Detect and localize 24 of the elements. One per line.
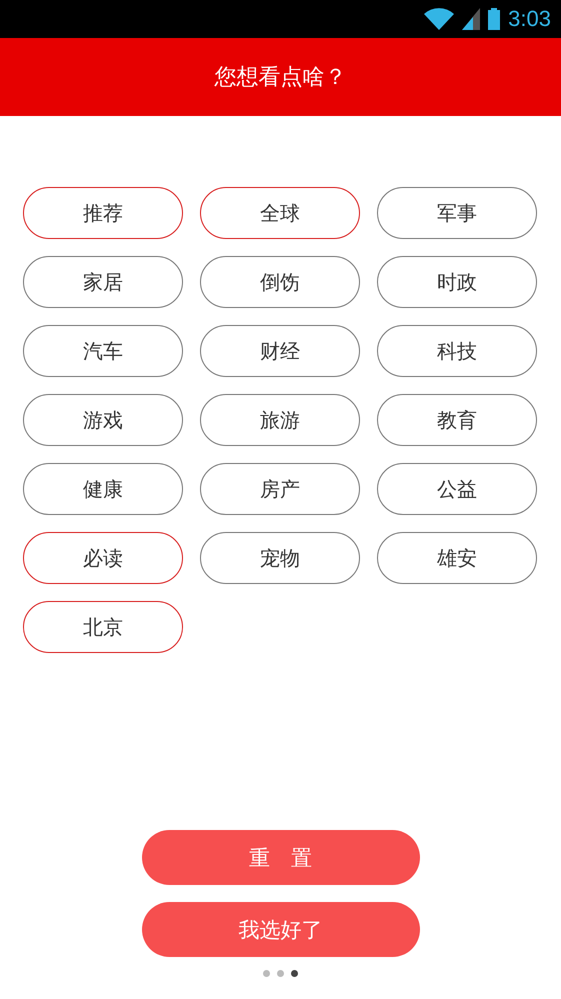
- category-chip[interactable]: 教育: [377, 394, 537, 446]
- category-chip[interactable]: 汽车: [23, 325, 183, 377]
- category-chip[interactable]: 推荐: [23, 187, 183, 239]
- category-chip[interactable]: 时政: [377, 256, 537, 308]
- battery-icon: [488, 8, 500, 30]
- category-chip[interactable]: 宠物: [200, 532, 360, 584]
- category-chip[interactable]: 公益: [377, 463, 537, 515]
- page-title: 您想看点啥？: [214, 64, 346, 92]
- signal-icon: [462, 8, 480, 30]
- category-chip[interactable]: 倒饬: [200, 256, 360, 308]
- category-chip[interactable]: 必读: [23, 532, 183, 584]
- category-chip[interactable]: 房产: [200, 463, 360, 515]
- category-chip[interactable]: 北京: [23, 601, 183, 653]
- wifi-icon: [424, 8, 454, 30]
- category-chip[interactable]: 科技: [377, 325, 537, 377]
- category-chip[interactable]: 旅游: [200, 394, 360, 446]
- category-chip[interactable]: 全球: [200, 187, 360, 239]
- category-chip[interactable]: 游戏: [23, 394, 183, 446]
- category-chip[interactable]: 健康: [23, 463, 183, 515]
- category-chip[interactable]: 家居: [23, 256, 183, 308]
- category-chip[interactable]: 雄安: [377, 532, 537, 584]
- category-chip[interactable]: 军事: [377, 187, 537, 239]
- category-chip[interactable]: 财经: [200, 325, 360, 377]
- status-time: 3:03: [508, 6, 551, 32]
